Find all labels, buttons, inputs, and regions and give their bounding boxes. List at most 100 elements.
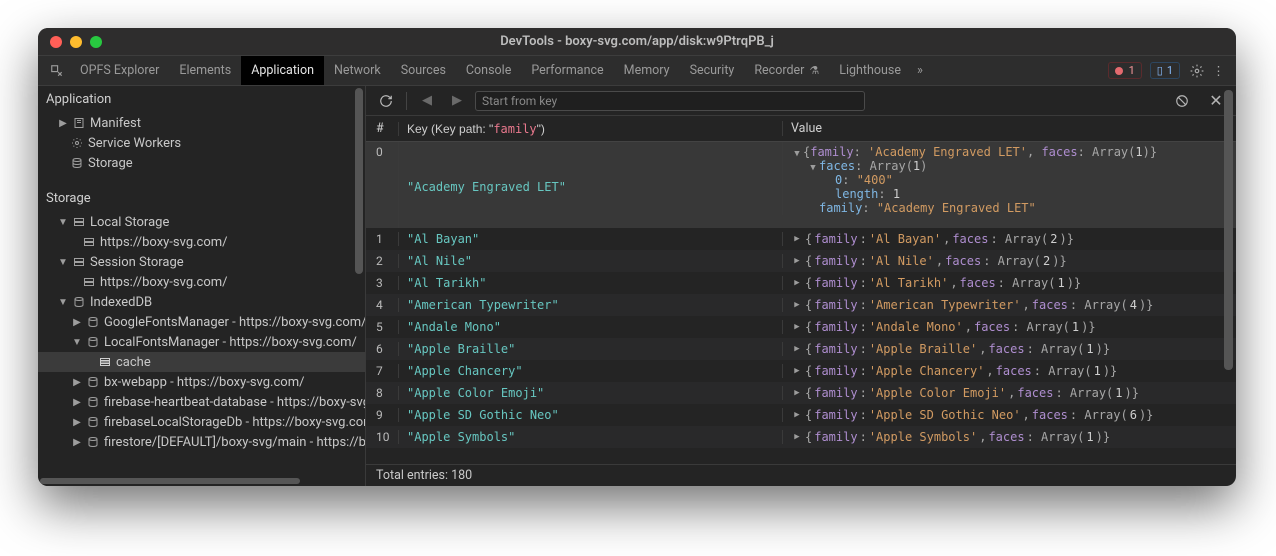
idb-objectstore-view: ◀ ▶ Start from key ✕ — [366, 86, 1236, 486]
tab-recorder[interactable]: Recorder ⚗ — [744, 56, 829, 85]
column-key[interactable]: Key (Key path: "family") — [398, 122, 782, 136]
disclosure-right-icon[interactable]: ▶ — [791, 322, 803, 332]
row-value[interactable]: ▶{family: 'Apple Symbols', faces: Array(… — [782, 430, 1236, 444]
disclosure-right-icon[interactable]: ▶ — [791, 234, 803, 244]
sidebar-item-label: Storage — [88, 156, 133, 171]
settings-button[interactable] — [1186, 56, 1208, 85]
chevron-right-icon: ▶ — [72, 417, 82, 428]
row-value[interactable]: ▶{family: 'American Typewriter', faces: … — [782, 298, 1236, 312]
tab-application[interactable]: Application — [241, 56, 324, 85]
sidebar-item-session-storage[interactable]: ▼ Session Storage — [38, 252, 365, 272]
sidebar-item-storage-summary[interactable]: Storage — [38, 153, 365, 173]
row-index: 9 — [366, 408, 398, 422]
sidebar-item-local-storage[interactable]: ▼ Local Storage — [38, 212, 365, 232]
table-row[interactable]: 4"American Typewriter"▶{family: 'America… — [366, 294, 1236, 316]
disclosure-right-icon[interactable]: ▶ — [791, 410, 803, 420]
table-row[interactable]: 9"Apple SD Gothic Neo"▶{family: 'Apple S… — [366, 404, 1236, 426]
row-index: 0 — [366, 142, 398, 159]
kebab-icon: ⋮ — [1212, 63, 1226, 79]
table-row[interactable]: 6"Apple Braille"▶{family: 'Apple Braille… — [366, 338, 1236, 360]
disclosure-right-icon[interactable]: ▶ — [791, 344, 803, 354]
gear-icon — [1190, 64, 1204, 78]
gear-icon — [70, 136, 84, 150]
sidebar-item-idb-bx-webapp[interactable]: ▶ bx-webapp - https://boxy-svg.com/ — [38, 372, 365, 392]
more-button[interactable]: ⋮ — [1208, 56, 1230, 85]
row-value[interactable]: ▶{family: 'Andale Mono', faces: Array(1)… — [782, 320, 1236, 334]
inspect-element-icon[interactable] — [44, 56, 70, 85]
sidebar-item-session-storage-origin[interactable]: https://boxy-svg.com/ — [38, 272, 365, 292]
disclosure-right-icon[interactable]: ▶ — [791, 388, 803, 398]
tab-sources[interactable]: Sources — [391, 56, 456, 85]
errors-badge[interactable]: 1 — [1108, 62, 1142, 79]
sidebar-item-idb-firebase-ls[interactable]: ▶ firebaseLocalStorageDb - https://boxy-… — [38, 412, 365, 432]
table-row[interactable]: 8"Apple Color Emoji"▶{family: 'Apple Col… — [366, 382, 1236, 404]
disclosure-right-icon[interactable]: ▶ — [791, 366, 803, 376]
tab-network[interactable]: Network — [324, 56, 391, 85]
manifest-icon — [72, 116, 86, 130]
tab-performance[interactable]: Performance — [521, 56, 613, 85]
row-index: 2 — [366, 254, 398, 268]
row-value[interactable]: ▶{family: 'Apple SD Gothic Neo', faces: … — [782, 408, 1236, 422]
row-value[interactable]: ▶{family: 'Al Tarikh', faces: Array(1)} — [782, 276, 1236, 290]
table-row[interactable]: 3"Al Tarikh"▶{family: 'Al Tarikh', faces… — [366, 272, 1236, 294]
sidebar-vertical-scrollbar[interactable] — [355, 88, 363, 274]
sidebar-item-manifest[interactable]: ▶ Manifest — [38, 113, 365, 133]
tab-opfs-explorer[interactable]: OPFS Explorer — [70, 56, 169, 85]
row-value[interactable]: ▼{family: 'Academy Engraved LET', faces:… — [782, 142, 1236, 215]
disclosure-right-icon[interactable]: ▶ — [791, 278, 803, 288]
sidebar-item-label: cache — [116, 355, 151, 370]
tabs-overflow-button[interactable]: » — [911, 56, 929, 85]
sidebar-item-idb-google-fonts[interactable]: ▶ GoogleFontsManager - https://boxy-svg.… — [38, 312, 365, 332]
tab-lighthouse[interactable]: Lighthouse — [829, 56, 911, 85]
sidebar-item-idb-cache[interactable]: cache — [38, 352, 365, 372]
row-value[interactable]: ▶{family: 'Al Bayan', faces: Array(2)} — [782, 232, 1236, 246]
refresh-button[interactable] — [374, 90, 398, 112]
row-index: 10 — [366, 430, 398, 444]
disclosure-right-icon[interactable]: ▶ — [791, 300, 803, 310]
sidebar-item-indexeddb[interactable]: ▼ IndexedDB — [38, 292, 365, 312]
table-row[interactable]: 10"Apple Symbols"▶{family: 'Apple Symbol… — [366, 426, 1236, 448]
disclosure-right-icon[interactable]: ▶ — [791, 256, 803, 266]
sidebar-item-idb-firestore[interactable]: ▶ firestore/[DEFAULT]/boxy-svg/main - ht… — [38, 432, 365, 452]
table-row[interactable]: 1"Al Bayan"▶{family: 'Al Bayan', faces: … — [366, 228, 1236, 250]
tab-elements[interactable]: Elements — [169, 56, 241, 85]
row-value[interactable]: ▶{family: 'Apple Color Emoji', faces: Ar… — [782, 386, 1236, 400]
chevron-down-icon: ▼ — [58, 257, 68, 268]
row-index: 4 — [366, 298, 398, 312]
database-icon — [86, 395, 100, 409]
row-key: "Al Bayan" — [398, 232, 782, 246]
row-value[interactable]: ▶{family: 'Apple Chancery', faces: Array… — [782, 364, 1236, 378]
column-index[interactable]: # — [366, 121, 398, 136]
tab-security[interactable]: Security — [680, 56, 745, 85]
start-from-key-input[interactable]: Start from key — [475, 91, 865, 111]
ban-icon — [1175, 94, 1189, 108]
table-row[interactable]: 7"Apple Chancery"▶{family: 'Apple Chance… — [366, 360, 1236, 382]
clear-button[interactable] — [1170, 90, 1194, 112]
disclosure-down-icon[interactable]: ▼ — [791, 149, 803, 159]
sidebar-item-local-storage-origin[interactable]: https://boxy-svg.com/ — [38, 232, 365, 252]
tab-console[interactable]: Console — [456, 56, 521, 85]
sidebar-item-idb-local-fonts[interactable]: ▼ LocalFontsManager - https://boxy-svg.c… — [38, 332, 365, 352]
chevron-left-icon: ◀ — [422, 93, 432, 108]
messages-badge[interactable]: ▯ 1 — [1150, 62, 1180, 79]
column-value[interactable]: Value — [782, 121, 1236, 136]
table-row[interactable]: 0"Academy Engraved LET"▼{family: 'Academ… — [366, 142, 1236, 228]
row-value[interactable]: ▶{family: 'Apple Braille', faces: Array(… — [782, 342, 1236, 356]
disclosure-down-icon[interactable]: ▼ — [807, 163, 819, 173]
table-row[interactable]: 2"Al Nile"▶{family: 'Al Nile', faces: Ar… — [366, 250, 1236, 272]
tab-memory[interactable]: Memory — [614, 56, 680, 85]
database-icon — [86, 435, 100, 449]
sidebar-horizontal-scrollbar[interactable] — [38, 476, 365, 486]
main-vertical-scrollbar[interactable] — [1224, 90, 1233, 370]
database-icon — [86, 415, 100, 429]
sidebar-item-service-workers[interactable]: Service Workers — [38, 133, 365, 153]
next-page-button[interactable]: ▶ — [445, 90, 469, 112]
sidebar-item-idb-firebase-hb[interactable]: ▶ firebase-heartbeat-database - https://… — [38, 392, 365, 412]
storage-origin-icon — [82, 275, 96, 289]
table-row[interactable]: 5"Andale Mono"▶{family: 'Andale Mono', f… — [366, 316, 1236, 338]
row-value[interactable]: ▶{family: 'Al Nile', faces: Array(2)} — [782, 254, 1236, 268]
disclosure-right-icon[interactable]: ▶ — [791, 432, 803, 442]
storage-origin-icon — [82, 235, 96, 249]
devtools-window: DevTools - boxy-svg.com/app/disk:w9PtrqP… — [38, 28, 1236, 486]
prev-page-button[interactable]: ◀ — [415, 90, 439, 112]
